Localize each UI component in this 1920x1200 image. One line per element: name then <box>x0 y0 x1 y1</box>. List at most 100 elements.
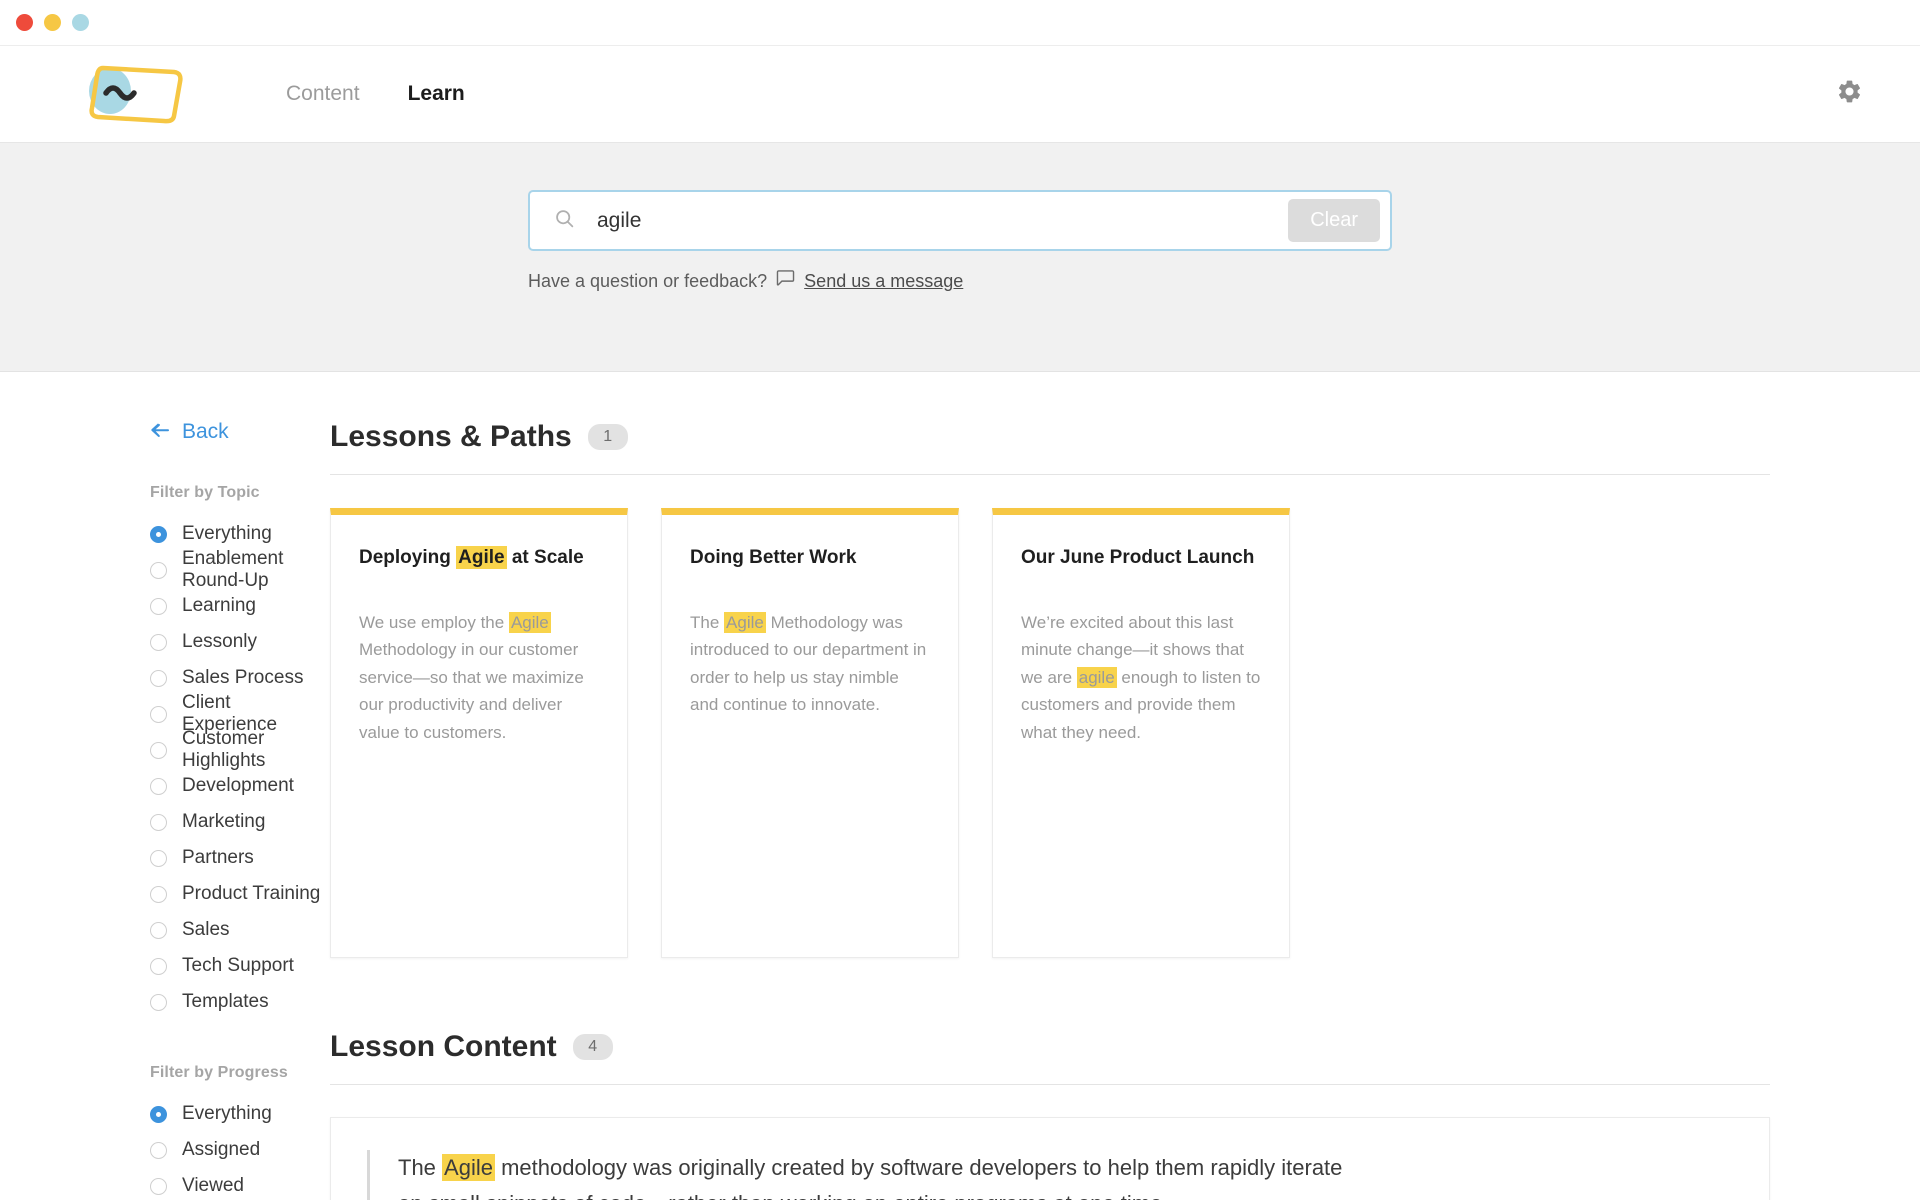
lesson-content-section: Lesson Content 4 The Agile methodology w… <box>330 1030 1770 1200</box>
send-us-a-message-link[interactable]: Send us a message <box>804 271 963 292</box>
topic-option-sales-process[interactable]: Sales Process <box>150 660 330 696</box>
topic-option-tech-support[interactable]: Tech Support <box>150 948 330 984</box>
filter-topic-label: Filter by Topic <box>150 484 260 501</box>
radio-button[interactable] <box>150 669 167 687</box>
filters-sidebar: Back Filter by Topic Everything Enablemen… <box>0 420 330 1200</box>
radio-button[interactable] <box>150 633 167 651</box>
topic-option-marketing[interactable]: Marketing <box>150 804 330 840</box>
radio-button[interactable] <box>150 1141 167 1159</box>
arrow-left-icon <box>150 420 170 444</box>
window-title-bar <box>0 0 1920 46</box>
result-card-title: Deploying Agile at Scale <box>359 546 584 569</box>
topic-option-templates[interactable]: Templates <box>150 984 330 1020</box>
lesson-content-header: Lesson Content 4 <box>330 1030 1770 1085</box>
radio-button[interactable] <box>150 993 167 1011</box>
radio-label: Partners <box>182 847 254 868</box>
radio-button[interactable] <box>150 705 167 723</box>
nav-item-content[interactable]: Content <box>286 82 360 106</box>
radio-label: Sales Process <box>182 667 304 688</box>
radio-label: Everything <box>182 523 272 544</box>
topic-option-list: Everything Enablement Round-Up Learning Les… <box>150 516 330 1020</box>
back-link[interactable]: Back <box>150 420 330 444</box>
radio-label: Lessonly <box>182 631 257 652</box>
lessons-paths-title: Lessons & Paths <box>330 420 572 453</box>
radio-button[interactable] <box>150 525 167 543</box>
radio-button[interactable] <box>150 1105 167 1123</box>
search-term-highlight: Agile <box>442 1154 495 1181</box>
nav-item-learn[interactable]: Learn <box>408 82 465 106</box>
topic-option-learning[interactable]: Learning <box>150 588 330 624</box>
radio-button[interactable] <box>150 885 167 903</box>
search-band: Clear Have a question or feedback? Send … <box>0 143 1920 372</box>
topic-option-client-experience[interactable]: Client Experience <box>150 692 330 735</box>
radio-button[interactable] <box>150 741 167 759</box>
result-card[interactable]: Doing Better Work The Agile Methodology w… <box>661 508 959 958</box>
topic-option-enablement-round-up[interactable]: Enablement Round-Up <box>150 548 330 591</box>
result-card-title: Our June Product Launch <box>1021 547 1255 568</box>
window-close-button[interactable] <box>16 14 33 31</box>
lesson-content-result[interactable]: The Agile methodology was originally cre… <box>330 1117 1770 1200</box>
search-icon <box>554 208 575 234</box>
search-box[interactable]: Clear <box>528 190 1392 251</box>
topic-option-sales[interactable]: Sales <box>150 912 330 948</box>
radio-label: Enablement Round-Up <box>182 548 284 591</box>
window-zoom-button[interactable] <box>72 14 89 31</box>
lesson-result-text: The Agile methodology was originally cre… <box>398 1150 1342 1200</box>
gear-icon[interactable] <box>1836 78 1863 110</box>
back-label: Back <box>182 420 229 443</box>
lesson-content-count-badge: 4 <box>572 1034 613 1060</box>
filter-group-progress: Filter by Progress Everything Assigned Vie… <box>150 1064 330 1200</box>
radio-button[interactable] <box>150 561 167 579</box>
filter-group-topic: Filter by Topic Everything Enablement Rou… <box>150 484 330 1020</box>
progress-option-everything[interactable]: Everything <box>150 1096 330 1132</box>
filter-progress-label: Filter by Progress <box>150 1064 288 1081</box>
search-term-highlight: Agile <box>456 546 507 569</box>
radio-label: Sales <box>182 919 230 940</box>
feedback-question: Have a question or feedback? <box>528 270 768 291</box>
lessons-paths-count-badge: 1 <box>587 424 628 450</box>
radio-button[interactable] <box>150 813 167 831</box>
progress-option-assigned[interactable]: Assigned <box>150 1132 330 1168</box>
search-input[interactable] <box>597 208 1289 233</box>
result-card[interactable]: Our June Product Launch We’re excited abo… <box>992 508 1290 958</box>
result-card-body: The Agile Methodology was introduced to … <box>690 611 927 715</box>
radio-label: Development <box>182 775 294 796</box>
radio-label: Tech Support <box>182 955 294 976</box>
progress-option-viewed[interactable]: Viewed <box>150 1168 330 1200</box>
radio-button[interactable] <box>150 1177 167 1195</box>
topic-option-lessonly[interactable]: Lessonly <box>150 624 330 660</box>
quote-bar <box>367 1150 370 1200</box>
topic-option-customer-highlights[interactable]: Customer Highlights <box>150 728 330 771</box>
topic-option-partners[interactable]: Partners <box>150 840 330 876</box>
radio-button[interactable] <box>150 957 167 975</box>
radio-button[interactable] <box>150 921 167 939</box>
progress-option-list: EverythingAssignedViewedCompleted <box>150 1096 330 1200</box>
radio-label: Customer Highlights <box>182 728 266 771</box>
clear-search-button[interactable]: Clear <box>1288 199 1380 242</box>
topic-option-development[interactable]: Development <box>150 768 330 804</box>
search-term-highlight: agile <box>1076 666 1117 688</box>
lesson-result-line2: on small snippets of code—rather than wo… <box>398 1186 1342 1200</box>
radio-label: Learning <box>182 595 256 616</box>
radio-label: Viewed <box>182 1175 244 1196</box>
radio-button[interactable] <box>150 777 167 795</box>
lessonly-logo[interactable] <box>78 58 188 130</box>
topic-option-everything[interactable]: Everything <box>150 516 330 552</box>
search-term-highlight: Agile <box>724 611 766 633</box>
radio-label: Product Training <box>182 883 321 904</box>
search-results: Lessons & Paths 1 Deploying Agile at Sca… <box>330 420 1920 1200</box>
radio-label: Everything <box>182 1103 272 1124</box>
radio-label: Assigned <box>182 1139 261 1160</box>
radio-button[interactable] <box>150 597 167 615</box>
search-term-highlight: Agile <box>508 611 551 633</box>
lessons-paths-header: Lessons & Paths 1 <box>330 420 1770 475</box>
radio-button[interactable] <box>150 849 167 867</box>
result-card-list: Deploying Agile at Scale We use employ th… <box>330 508 1770 958</box>
lesson-result-line1: The Agile methodology was originally cre… <box>398 1154 1343 1181</box>
result-card[interactable]: Deploying Agile at Scale We use employ th… <box>330 508 628 958</box>
feedback-row: Have a question or feedback? Send us a m… <box>528 270 1392 292</box>
topic-option-product-training[interactable]: Product Training <box>150 876 330 912</box>
window-minimize-button[interactable] <box>44 14 61 31</box>
result-card-body: We use employ the Agile Methodology in o… <box>359 611 584 742</box>
radio-label: Templates <box>182 991 269 1012</box>
